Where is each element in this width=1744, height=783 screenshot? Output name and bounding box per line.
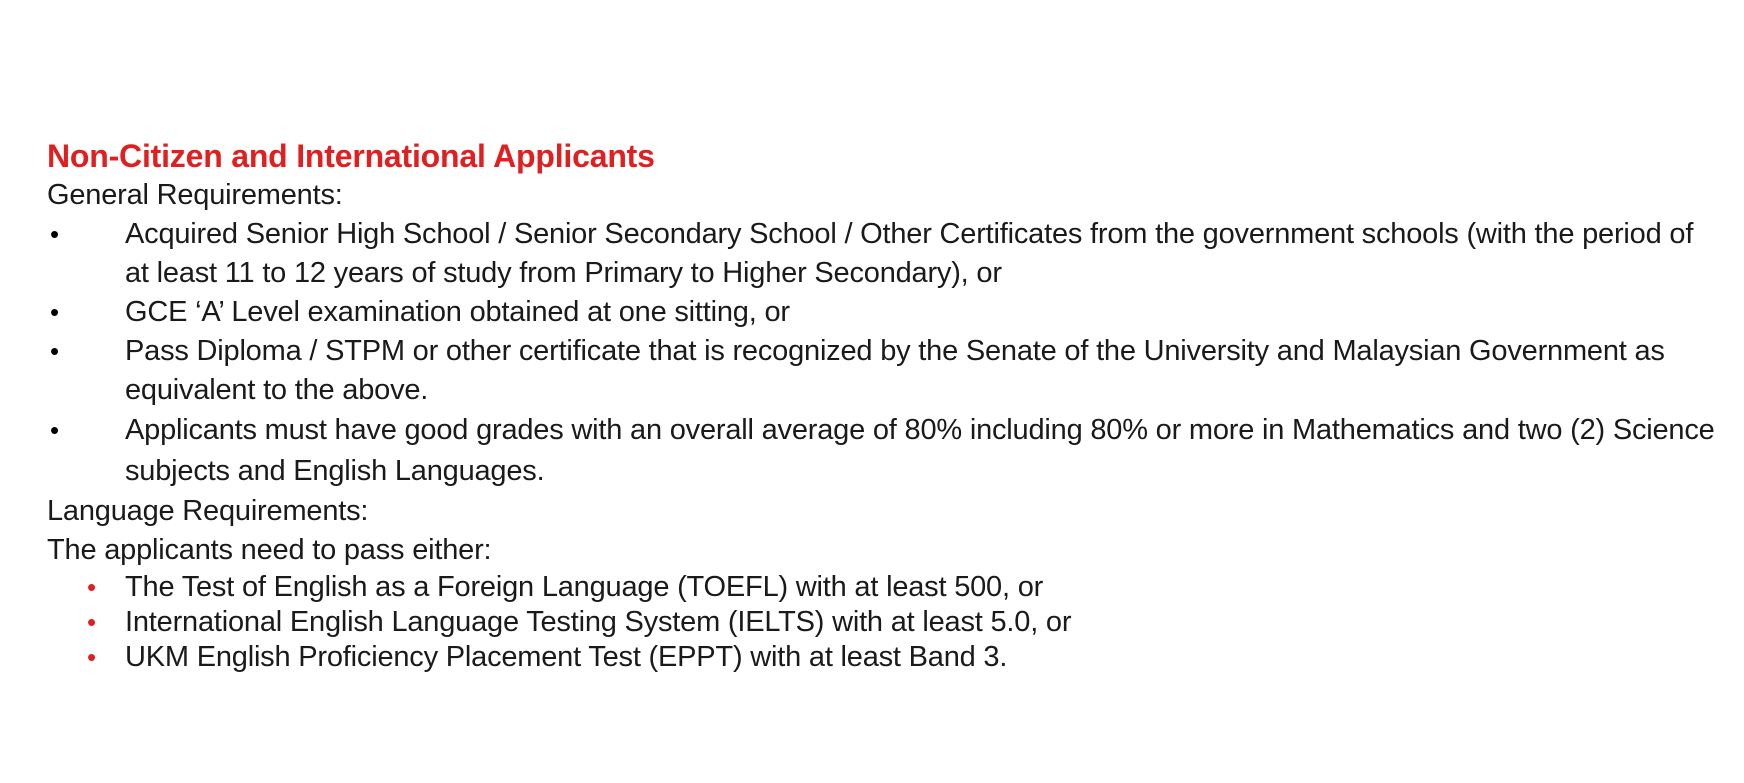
bullet-icon: • [87, 572, 96, 602]
bullet-icon: • [50, 297, 59, 327]
general-requirements-list: • Acquired Senior High School / Senior S… [47, 215, 1717, 492]
list-item-text: UKM English Proficiency Placement Test (… [125, 641, 1008, 673]
list-item-text: International English Language Testing S… [125, 606, 1072, 638]
list-item: • Pass Diploma / STPM or other certifica… [47, 332, 1717, 410]
list-item: • Acquired Senior High School / Senior S… [47, 215, 1717, 293]
list-item: • GCE ‘A’ Level examination obtained at … [47, 293, 1717, 332]
list-item-text: GCE ‘A’ Level examination obtained at on… [125, 296, 790, 328]
list-item-text: The Test of English as a Foreign Languag… [125, 571, 1044, 603]
list-item-text: Applicants must have good grades with an… [125, 414, 1715, 487]
list-item: • The Test of English as a Foreign Langu… [47, 570, 1717, 605]
language-requirements-list: • The Test of English as a Foreign Langu… [47, 570, 1717, 675]
bullet-icon: • [50, 415, 59, 445]
list-item: • International English Language Testing… [47, 605, 1717, 640]
bullet-icon: • [50, 219, 59, 249]
bullet-icon: • [50, 336, 59, 366]
language-requirements-heading: Language Requirements: [47, 495, 369, 527]
list-item: • Applicants must have good grades with … [47, 410, 1717, 492]
section-title: Non-Citizen and International Applicants [47, 138, 655, 174]
list-item-text: Pass Diploma / STPM or other certificate… [125, 335, 1665, 406]
list-item-text: Acquired Senior High School / Senior Sec… [125, 218, 1694, 289]
language-requirements-intro: The applicants need to pass either: [47, 534, 492, 566]
bullet-icon: • [87, 642, 96, 672]
bullet-icon: • [87, 607, 96, 637]
general-requirements-heading: General Requirements: [47, 179, 343, 211]
list-item: • UKM English Proficiency Placement Test… [47, 640, 1717, 675]
document-content: Non-Citizen and International Applicants… [47, 136, 1717, 675]
